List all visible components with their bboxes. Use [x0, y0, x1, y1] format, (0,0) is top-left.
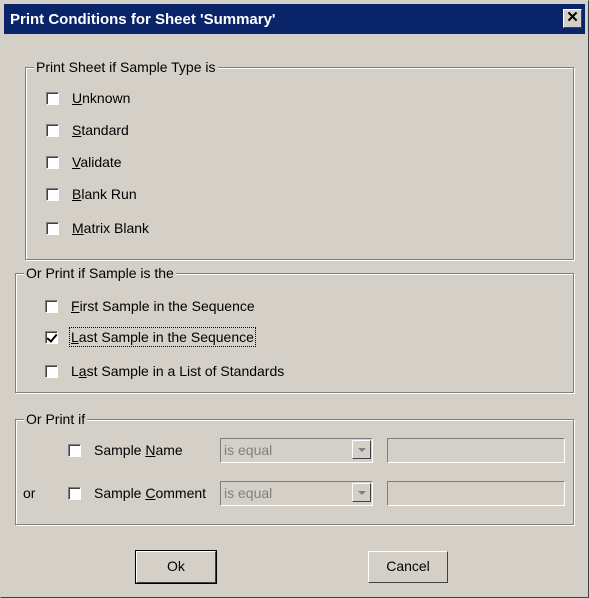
checkbox-label: Sample Comment [94, 485, 207, 501]
sample-position-group-legend: Or Print if Sample is the [24, 265, 176, 281]
sample-name-value-input[interactable] [387, 438, 565, 463]
chevron-down-icon [358, 448, 366, 452]
checkbox-label: Blank Run [72, 186, 137, 202]
close-button[interactable]: ✕ [563, 9, 582, 28]
checkbox-label: First Sample in the Sequence [71, 298, 255, 314]
checkbox-label: Validate [72, 154, 122, 170]
sample-comment-operator-value: is equal [224, 485, 273, 501]
title-bar[interactable]: Print Conditions for Sheet 'Summary' ✕ [4, 4, 585, 34]
checkbox-label: Sample Name [94, 442, 183, 458]
sample-comment-value-input[interactable] [387, 481, 565, 506]
checkbox-box[interactable] [46, 92, 59, 105]
ok-button[interactable]: Ok [135, 550, 217, 584]
sample-name-operator-dropdown-button[interactable] [352, 440, 371, 459]
sample-comment-operator-dropdown-button[interactable] [352, 483, 371, 502]
checkbox-label: Last Sample in the Sequence [69, 327, 256, 347]
checkbox-label: Last Sample in a List of Standards [71, 363, 285, 379]
sample-position-group: Or Print if Sample is the First Sample i… [15, 265, 574, 393]
close-icon: ✕ [566, 9, 579, 26]
checkmark-icon [46, 331, 58, 343]
checkbox-label: Unknown [72, 90, 131, 106]
sample-comment-operator-select[interactable]: is equal [220, 481, 373, 506]
checkbox-box[interactable] [46, 124, 59, 137]
checkbox-box[interactable] [68, 444, 81, 457]
checkbox-box[interactable] [45, 331, 58, 344]
cancel-button[interactable]: Cancel [368, 551, 448, 583]
checkbox-box[interactable] [46, 188, 59, 201]
checkbox-box[interactable] [68, 487, 81, 500]
dialog-title: Print Conditions for Sheet 'Summary' [10, 11, 276, 28]
sample-name-operator-value: is equal [224, 442, 273, 458]
chevron-down-icon [358, 491, 366, 495]
or-print-if-group-legend: Or Print if [24, 411, 88, 427]
checkbox-box[interactable] [45, 300, 58, 313]
checkbox-box[interactable] [45, 365, 58, 378]
sample-type-group-legend: Print Sheet if Sample Type is [34, 59, 218, 75]
checkbox-box[interactable] [46, 156, 59, 169]
checkbox-label: Standard [72, 122, 129, 138]
sample-type-group: Print Sheet if Sample Type is Unknown St… [25, 59, 574, 260]
checkbox-label: Matrix Blank [72, 220, 150, 236]
sample-name-operator-select[interactable]: is equal [220, 438, 373, 463]
print-conditions-dialog: Print Conditions for Sheet 'Summary' ✕ P… [0, 0, 589, 598]
or-label: or [23, 485, 36, 501]
or-print-if-group: Or Print if Sample Name is equal or Samp… [15, 411, 574, 525]
checkbox-box[interactable] [46, 222, 59, 235]
